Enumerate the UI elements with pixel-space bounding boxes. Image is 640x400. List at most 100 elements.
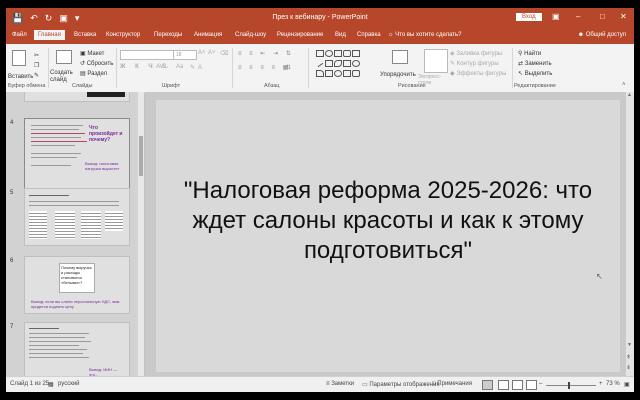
shape-frame-icon[interactable] [325, 60, 333, 67]
new-slide-button[interactable]: Создать слайд [50, 70, 76, 84]
slide-title[interactable]: "Налоговая реформа 2025-2026: что ждет с… [156, 176, 620, 266]
arrange-button[interactable]: Упорядочить [380, 72, 416, 78]
close-icon[interactable]: ✕ [620, 12, 627, 21]
share-button[interactable]: ☻ Общий доступ [578, 32, 626, 38]
shape-star-icon[interactable] [343, 70, 351, 77]
shape-curve-icon[interactable] [316, 70, 324, 77]
comments-button[interactable]: □ Примечания [432, 381, 472, 387]
slide-thumbnail[interactable]: Вывод: ИИН — это... [24, 322, 130, 376]
shape-effects-button[interactable]: ◆ Эффекты фигуры [450, 70, 506, 77]
shape-oval-icon[interactable] [325, 50, 333, 57]
slide-thumbnail[interactable]: Почему выручка и расходы становятся «бел… [24, 256, 130, 314]
thumbnail-table [29, 211, 47, 239]
shape-rounded-icon[interactable] [343, 50, 351, 57]
shape-arrow-icon[interactable] [343, 60, 351, 67]
zoom-level[interactable]: 73 % [606, 381, 620, 387]
cut-icon[interactable]: ✂ [34, 52, 39, 59]
quick-styles-icon[interactable] [424, 49, 448, 73]
alignment-buttons[interactable]: ≡ ≡ ≡ ≡ ▦ [238, 64, 291, 71]
scroll-up-icon[interactable]: ▲ [627, 92, 632, 98]
text-line [29, 357, 89, 358]
notes-button[interactable]: ≡ Заметки [326, 381, 354, 387]
search-icon: ⚲ [518, 51, 523, 57]
list-buttons[interactable]: ≡ ≡ ⇤ ⇥ ⇅ [238, 50, 294, 57]
change-case-icon[interactable]: Aa [176, 64, 183, 70]
tab-review[interactable]: Рецензирование [277, 32, 323, 38]
copy-icon[interactable]: ❐ [34, 62, 39, 69]
paste-icon[interactable] [12, 50, 26, 66]
shape-line-icon[interactable] [314, 58, 324, 68]
font-size-combo[interactable]: 18 [173, 50, 197, 60]
slide-thumbnail[interactable] [24, 92, 130, 102]
current-slide[interactable]: "Налоговая реформа 2025-2026: что ждет с… [156, 100, 620, 372]
scroll-down-icon[interactable]: ▼ [627, 342, 632, 348]
minimize-icon[interactable]: – [576, 12, 580, 21]
clear-formatting-icon[interactable]: ⌫ [220, 50, 228, 57]
font-name-combo[interactable] [120, 50, 174, 60]
spellcheck-icon[interactable]: ▦ [48, 381, 54, 388]
shape-callout-icon[interactable] [352, 70, 360, 77]
font-color-icon[interactable]: ✎A [190, 64, 205, 71]
new-slide-icon[interactable] [56, 50, 72, 64]
tell-me-search[interactable]: ☼ Что вы хотите сделать? [388, 32, 462, 38]
zoom-in-icon[interactable]: + [599, 381, 603, 387]
arrange-icon[interactable] [392, 50, 408, 64]
ribbon-display-options-icon[interactable]: ▣ [552, 12, 560, 21]
zoom-out-icon[interactable]: – [539, 381, 542, 387]
sign-in-button[interactable]: Вход [516, 13, 542, 21]
shape-fill-button[interactable]: ◈ Заливка фигуры [450, 50, 502, 57]
font-grow-icon[interactable]: A˄ [198, 50, 206, 56]
collapse-ribbon-icon[interactable]: ˄ [622, 82, 626, 88]
reading-view-icon[interactable] [512, 380, 523, 390]
ribbon-tabs: Файл Главная Вставка Конструктор Переход… [6, 28, 634, 44]
tab-transitions[interactable]: Переходы [154, 32, 182, 38]
tab-design[interactable]: Конструктор [106, 32, 140, 38]
tab-home[interactable]: Главная [34, 30, 65, 40]
tab-animations[interactable]: Анимация [194, 32, 222, 38]
layout-button[interactable]: ▣ Макет [80, 50, 104, 57]
shape-box-icon[interactable] [352, 50, 360, 57]
tab-file[interactable]: Файл [12, 32, 27, 38]
previous-slide-icon[interactable]: ↟ [626, 354, 631, 361]
slide-thumbnail[interactable]: Что произойдет и почему? Вывод: налогова… [24, 118, 130, 190]
shape-brace-icon[interactable] [334, 70, 342, 77]
next-slide-icon[interactable]: ↡ [626, 364, 631, 371]
font-shrink-icon[interactable]: A˅ [208, 50, 216, 56]
select-button[interactable]: ↖ Выделить [518, 70, 552, 77]
replace-button[interactable]: ⇄ Заменить [518, 60, 552, 67]
text-direction-icon[interactable]: ⇅ [286, 64, 291, 71]
section-button[interactable]: ▤ Раздел [80, 70, 107, 77]
shape-rectangle-icon[interactable] [316, 50, 324, 57]
main-scrollbar[interactable]: ▲ ▼ ↟ ↡ [626, 92, 634, 376]
fit-slide-icon[interactable]: ▣ [624, 381, 630, 388]
tab-view[interactable]: Вид [335, 32, 346, 38]
shape-bracket-icon[interactable] [325, 70, 333, 77]
normal-view-icon[interactable] [482, 380, 493, 390]
zoom-slider-handle[interactable] [568, 382, 570, 389]
shape-circle-icon[interactable] [352, 60, 360, 67]
language-indicator[interactable]: русский [58, 381, 80, 387]
format-painter-icon[interactable]: ✎ [34, 72, 39, 79]
reset-button[interactable]: ↺ Сбросить [80, 60, 113, 67]
slide-sorter-view-icon[interactable] [498, 380, 509, 390]
maximize-icon[interactable]: □ [600, 12, 605, 21]
tab-help[interactable]: Справка [357, 32, 381, 38]
shape-leaf-icon[interactable] [334, 60, 342, 67]
scrollbar-thumb[interactable] [139, 136, 143, 176]
zoom-slider[interactable] [546, 385, 596, 386]
paste-button[interactable]: Вставить [8, 74, 33, 80]
shapes-gallery[interactable] [314, 50, 364, 80]
person-icon: ☻ [577, 32, 585, 38]
find-button[interactable]: ⚲ Найти [518, 50, 541, 57]
tab-slideshow[interactable]: Слайд-шоу [235, 32, 266, 38]
tab-insert[interactable]: Вставка [74, 32, 96, 38]
char-spacing-icon[interactable]: AV↔ [156, 64, 170, 70]
shape-outline-button[interactable]: ✎ Контур фигуры [450, 60, 499, 67]
display-settings-button[interactable]: ▭ Параметры отображения [362, 381, 440, 388]
slideshow-view-icon[interactable] [526, 380, 537, 390]
slide-thumbnail[interactable] [24, 188, 130, 246]
cursor-icon: ↖ [518, 71, 524, 77]
slide-thumbnails-pane[interactable]: 4 Что произойдет и почему? Вывод: налого… [6, 92, 142, 376]
thumbnails-scrollbar[interactable] [138, 92, 144, 376]
shape-square-icon[interactable] [334, 50, 342, 57]
